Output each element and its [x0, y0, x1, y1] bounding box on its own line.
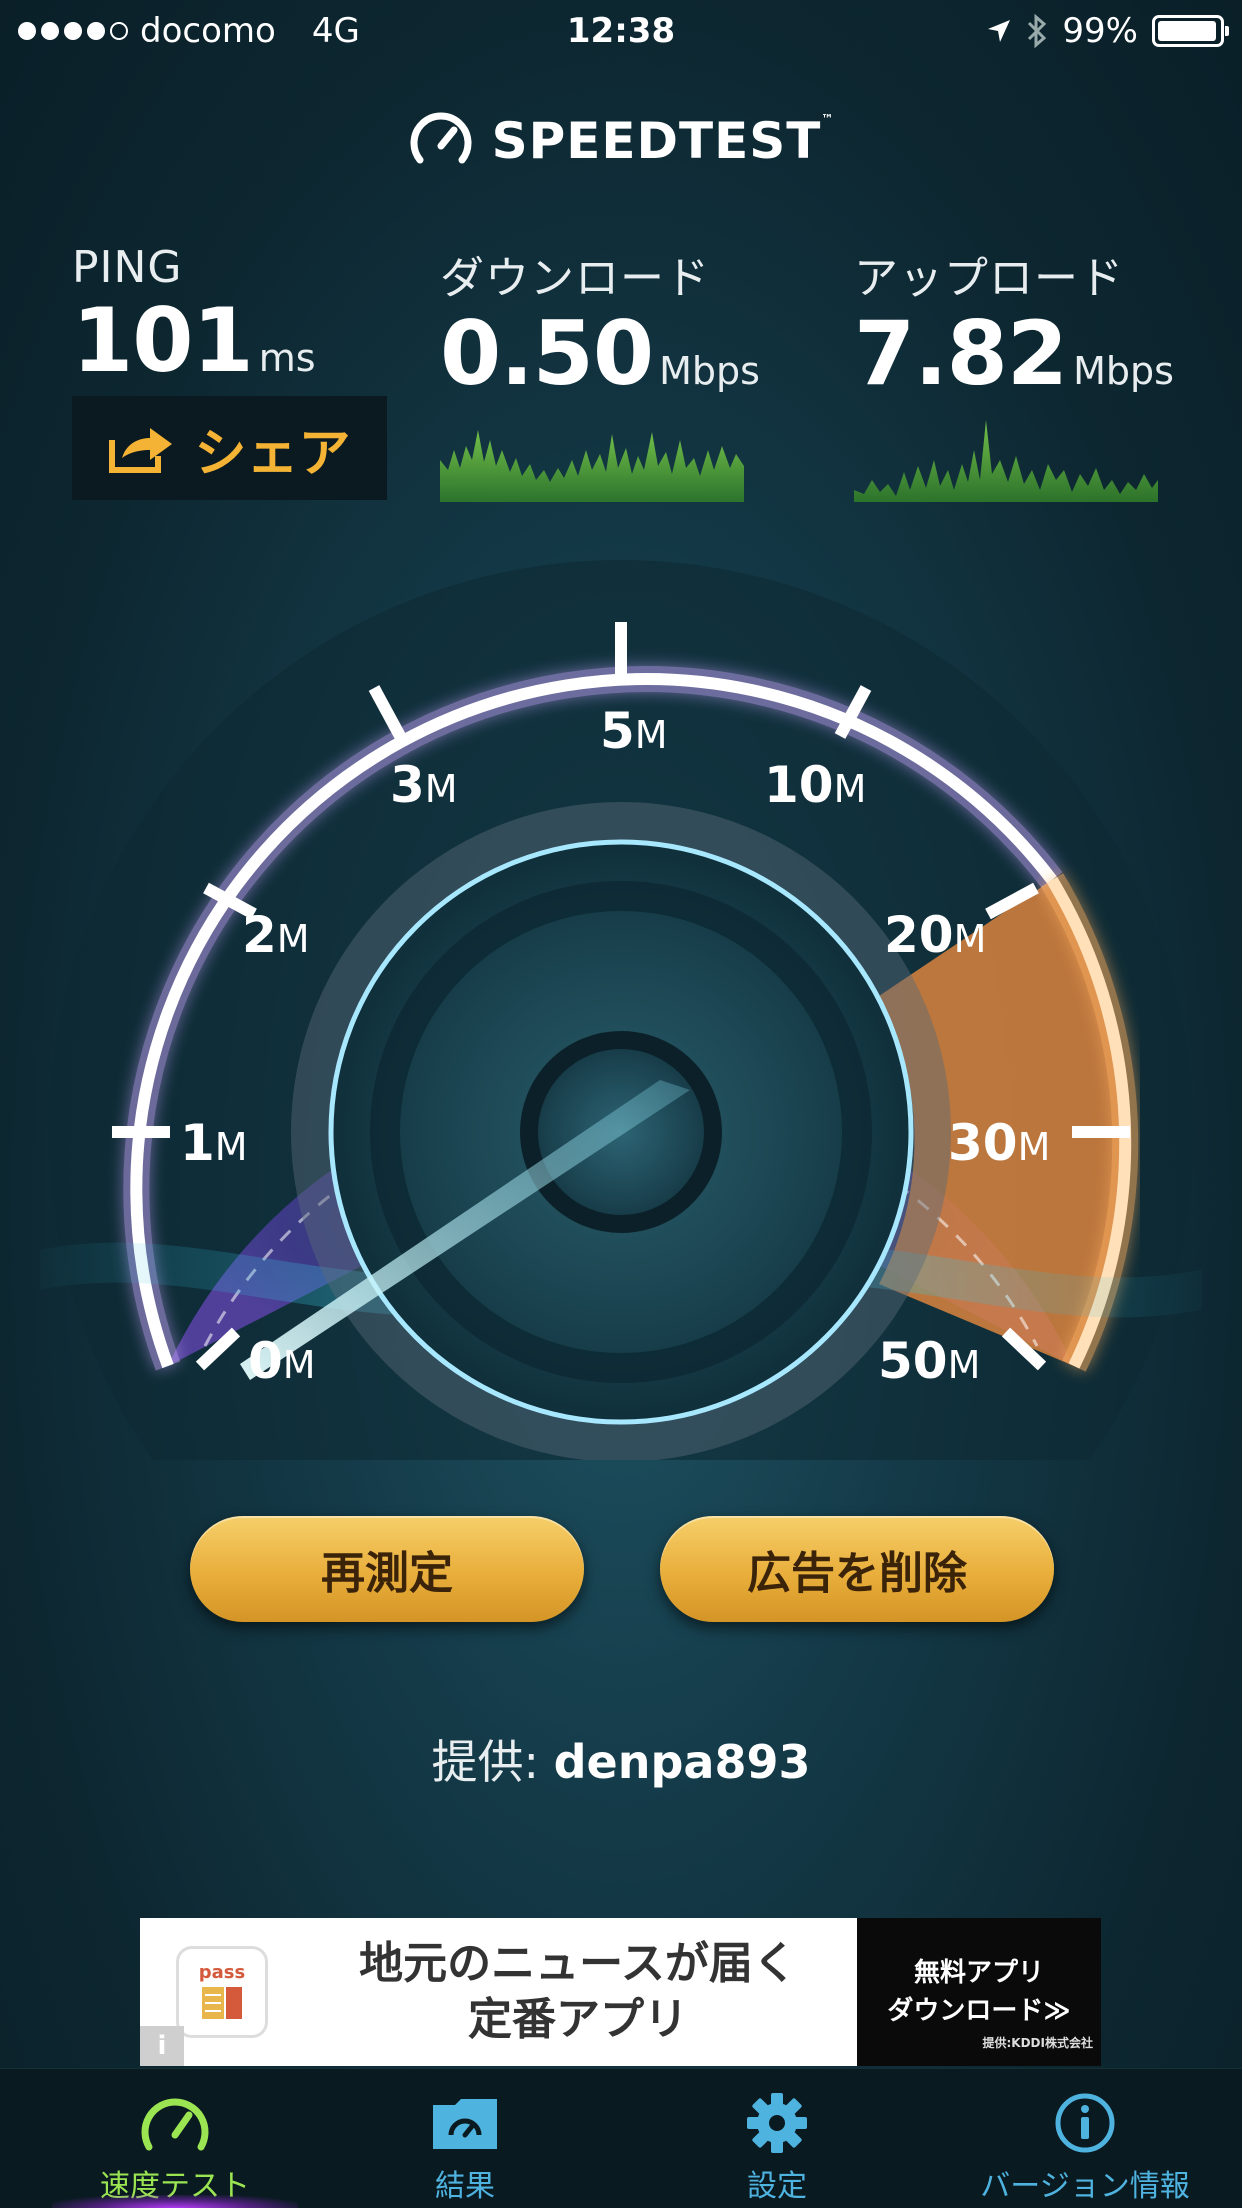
battery-percent: 99%	[1062, 11, 1138, 51]
tab-version-info-label: バージョン情報	[980, 2169, 1190, 2204]
ping-stat: PING 101 ms	[72, 242, 316, 392]
app-title: SPEEDTEST™	[491, 112, 835, 170]
ad-banner[interactable]: pass 地元のニュースが届く 定番アプリ 無料アプリ ダウンロード≫ 提供:K…	[140, 1918, 1101, 2066]
speedtest-logo-icon	[410, 112, 472, 164]
status-bar: docomo 4G 12:38 99%	[0, 0, 1242, 62]
upload-label: アップロード	[854, 253, 1124, 304]
ad-app-icon-text: pass	[198, 1961, 246, 1983]
tab-settings[interactable]: 設定	[642, 2069, 912, 2208]
ad-app-icon: pass	[176, 1946, 268, 2038]
ping-value: 101	[72, 289, 254, 392]
upload-stat: アップロード 7.82 Mbps	[854, 242, 1174, 405]
remove-ads-label: 広告を削除	[747, 1548, 967, 1599]
retest-label: 再測定	[321, 1548, 453, 1599]
gear-icon	[747, 2093, 807, 2153]
upload-unit: Mbps	[1073, 349, 1174, 393]
info-icon	[1055, 2093, 1115, 2153]
active-tab-indicator	[52, 2195, 298, 2208]
share-label: シェア	[194, 423, 351, 484]
retest-button[interactable]: 再測定	[190, 1516, 584, 1622]
remove-ads-button[interactable]: 広告を削除	[660, 1516, 1054, 1622]
download-graph	[440, 430, 744, 502]
provider-text: 提供: denpa893	[0, 1726, 1242, 1792]
ping-label: PING	[72, 242, 183, 293]
status-right: 99%	[986, 0, 1229, 62]
tab-speed-test[interactable]: 速度テスト	[40, 2069, 310, 2208]
download-unit: Mbps	[659, 349, 760, 393]
battery-icon	[1152, 15, 1229, 47]
tab-results-label: 結果	[435, 2169, 495, 2204]
tab-bar: 速度テスト 結果 設定 バージョン情報	[0, 2068, 1242, 2208]
tab-settings-label: 設定	[747, 2169, 807, 2204]
location-arrow-icon	[988, 20, 1011, 42]
ad-cta[interactable]: 無料アプリ ダウンロード≫ 提供:KDDI株式会社	[857, 1918, 1101, 2066]
app-header: SPEEDTEST™	[0, 108, 1242, 174]
download-stat: ダウンロード 0.50 Mbps	[440, 242, 760, 405]
speed-gauge: 0M 1M 2M 3M 5M 10M 20M 30M 50M	[40, 560, 1202, 1460]
ad-info-icon[interactable]: i	[140, 2026, 184, 2066]
tab-version-info[interactable]: バージョン情報	[950, 2069, 1220, 2208]
provider-prefix: 提供:	[431, 1735, 540, 1789]
bluetooth-icon	[1028, 14, 1047, 48]
ad-headline: 地元のニュースが届く 定番アプリ	[359, 1938, 797, 2045]
download-value: 0.50	[440, 302, 654, 405]
download-label: ダウンロード	[440, 253, 710, 304]
upload-value: 7.82	[854, 302, 1068, 405]
tab-results[interactable]: 結果	[330, 2069, 600, 2208]
provider-name: denpa893	[553, 1735, 811, 1789]
share-icon	[109, 428, 173, 473]
ad-credit: 提供:KDDI株式会社	[982, 2036, 1094, 2050]
ping-unit: ms	[258, 336, 316, 380]
upload-graph	[854, 420, 1158, 502]
share-button[interactable]: シェア	[72, 396, 387, 500]
speedometer-icon	[141, 2098, 209, 2151]
results-folder-icon	[433, 2099, 497, 2149]
